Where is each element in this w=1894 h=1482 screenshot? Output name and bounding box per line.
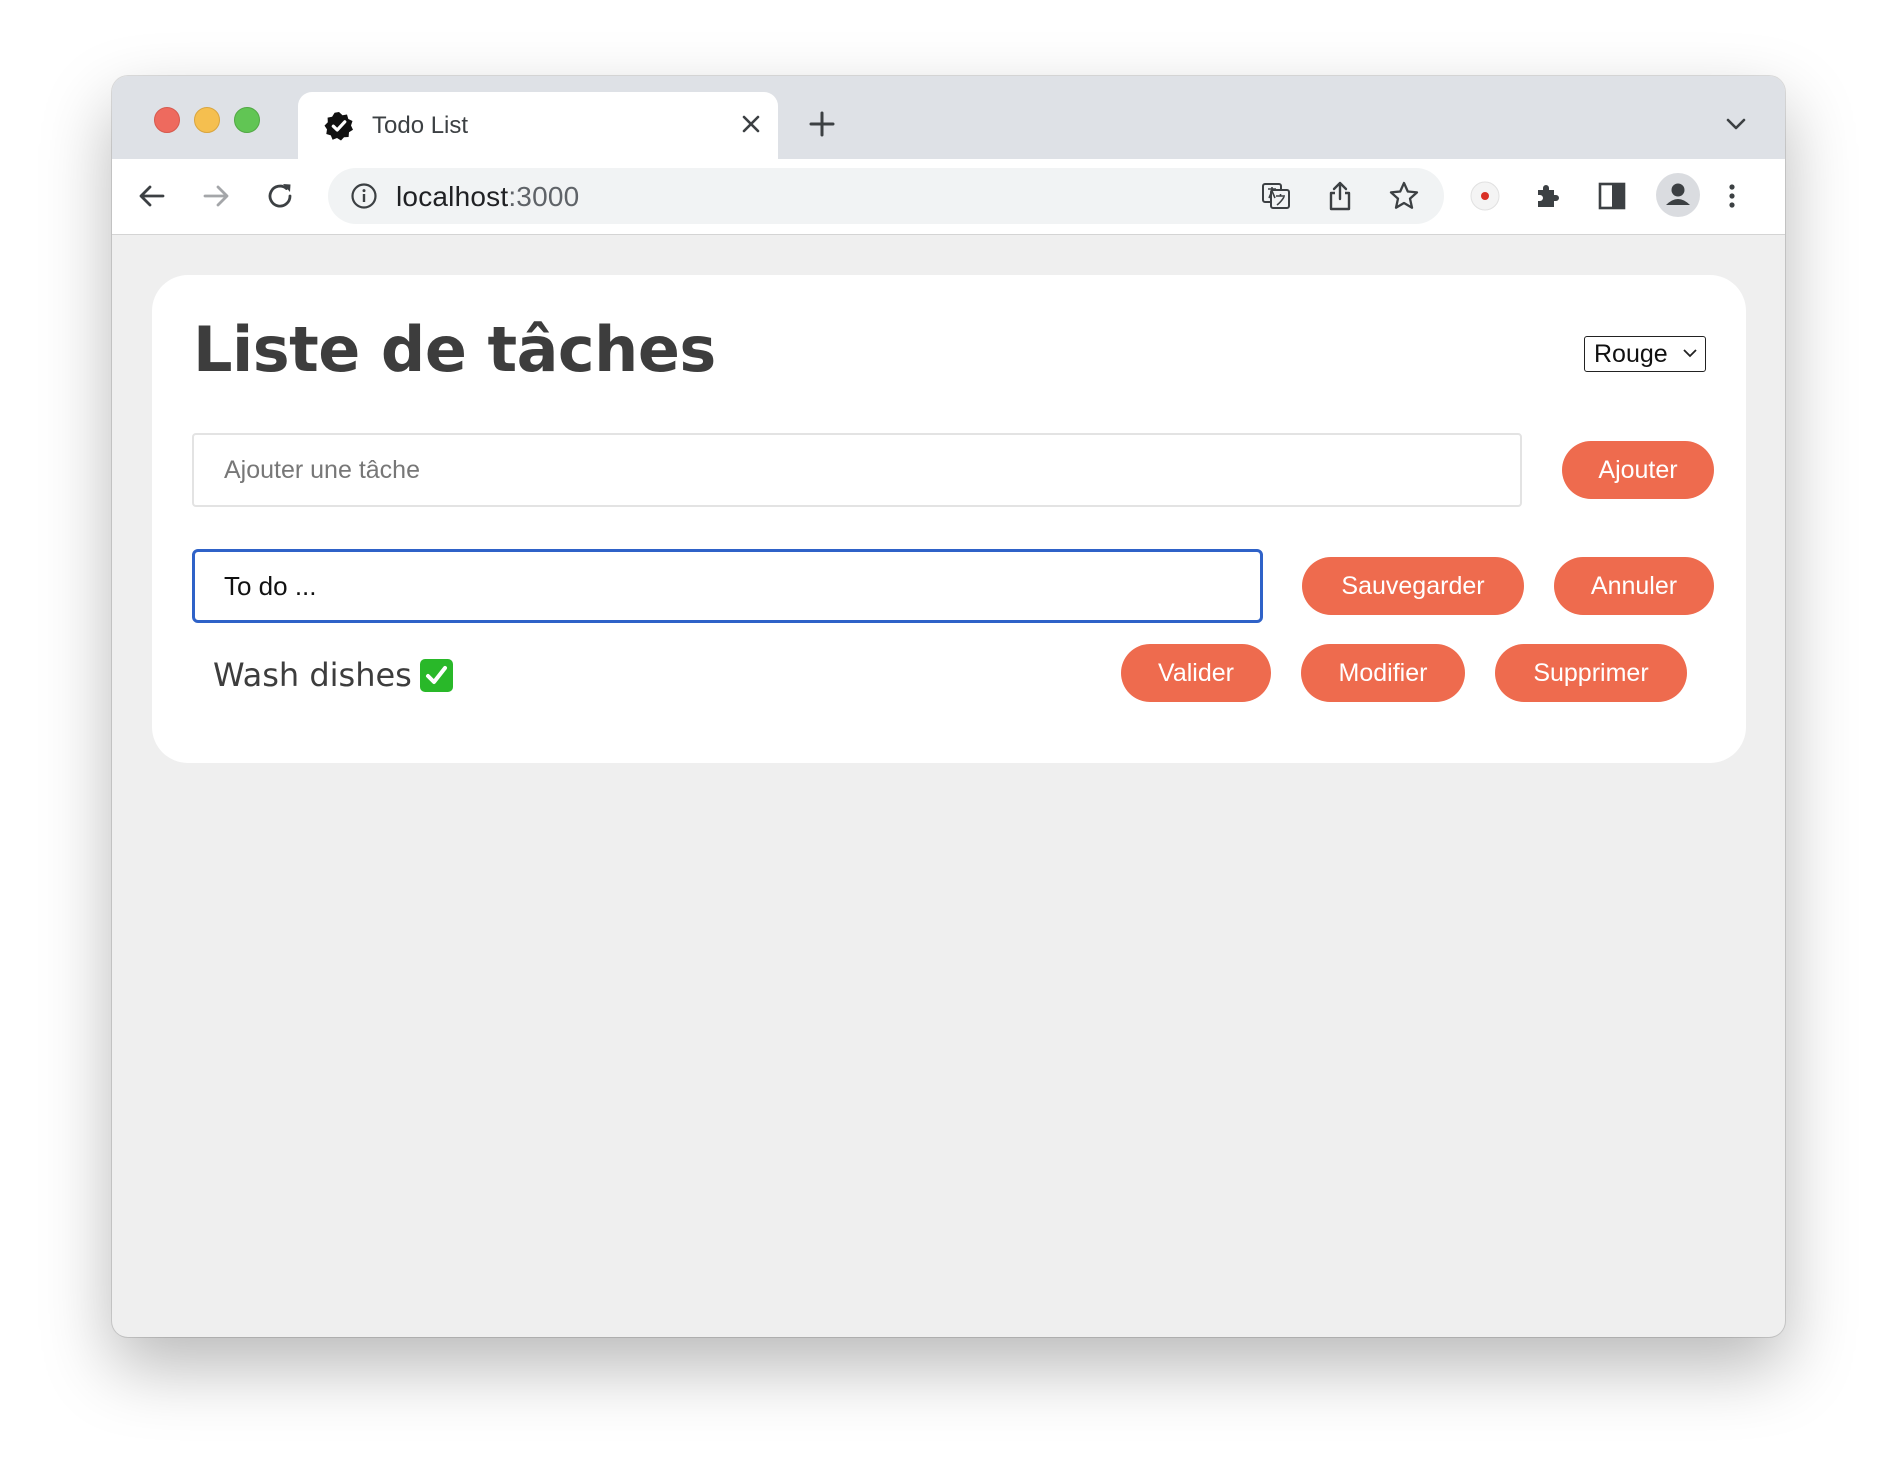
kebab-menu-icon[interactable]: [1716, 180, 1748, 212]
save-button[interactable]: Sauvegarder: [1302, 557, 1524, 615]
bookmark-star-icon[interactable]: [1388, 180, 1420, 212]
close-window-button[interactable]: [154, 107, 180, 133]
back-arrow-icon[interactable]: [136, 180, 168, 212]
browser-toolbar: localhost:3000: [112, 159, 1785, 235]
delete-button[interactable]: Supprimer: [1495, 644, 1687, 702]
theme-select-value: Rouge: [1594, 340, 1668, 368]
close-tab-icon[interactable]: [736, 109, 766, 139]
page-title: Liste de tâches: [193, 313, 716, 386]
translate-icon[interactable]: [1260, 180, 1292, 212]
url-text[interactable]: localhost:3000: [396, 181, 579, 213]
theme-select[interactable]: Rouge: [1584, 336, 1706, 372]
record-extension-icon[interactable]: [1469, 180, 1501, 212]
tab-strip: Todo List: [112, 76, 1785, 159]
add-button[interactable]: Ajouter: [1562, 441, 1714, 499]
todo-item-text: Wash dishes: [213, 656, 453, 694]
cancel-button[interactable]: Annuler: [1554, 557, 1714, 615]
chevron-down-icon[interactable]: [1724, 112, 1748, 136]
forward-arrow-icon[interactable]: [200, 180, 232, 212]
chevron-down-icon: [1683, 349, 1697, 358]
verified-badge-icon: [324, 112, 353, 141]
browser-window: Todo List localhost:3000 Liste de tâches…: [112, 76, 1785, 1337]
url-port: :3000: [508, 181, 580, 212]
validate-button[interactable]: Valider: [1121, 644, 1271, 702]
modify-button[interactable]: Modifier: [1301, 644, 1465, 702]
minimize-window-button[interactable]: [194, 107, 220, 133]
zoom-window-button[interactable]: [234, 107, 260, 133]
address-bar[interactable]: localhost:3000: [328, 168, 1444, 224]
person-icon: [1666, 183, 1690, 205]
side-panel-icon[interactable]: [1596, 180, 1628, 212]
url-host: localhost: [396, 181, 509, 212]
new-tab-icon[interactable]: [806, 108, 838, 140]
active-tab[interactable]: Todo List: [298, 92, 778, 159]
new-task-input[interactable]: [192, 433, 1522, 507]
tab-title: Todo List: [372, 112, 469, 139]
share-icon[interactable]: [1324, 180, 1356, 212]
edit-task-input[interactable]: [192, 549, 1263, 623]
extensions-puzzle-icon[interactable]: [1532, 180, 1564, 212]
profile-avatar[interactable]: [1656, 173, 1700, 217]
site-info-icon[interactable]: [350, 182, 378, 210]
reload-icon[interactable]: [264, 180, 296, 212]
todo-item-label: Wash dishes: [213, 656, 412, 694]
todo-card: Liste de tâches Rouge Ajouter Sauvegarde…: [152, 275, 1746, 763]
check-mark-button-icon: [419, 658, 453, 692]
